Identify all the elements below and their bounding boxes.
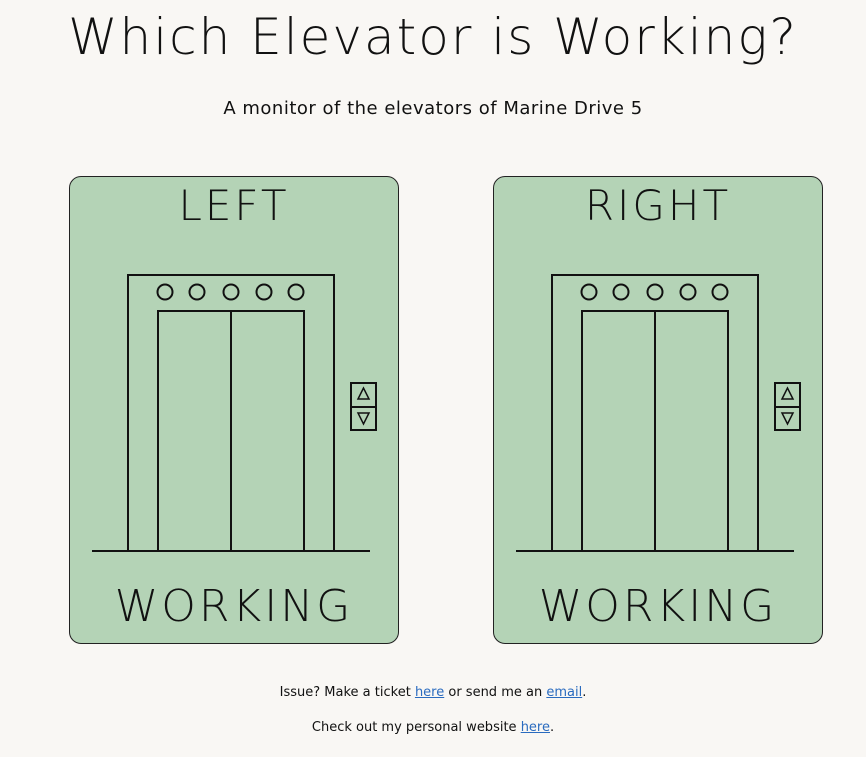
floor-indicator-light: [646, 283, 664, 301]
up-arrow-icon: [780, 386, 795, 400]
footer-text: Issue? Make a ticket: [279, 685, 415, 700]
floor-indicator-light: [612, 283, 630, 301]
floor-indicator-light: [222, 283, 240, 301]
website-link[interactable]: here: [521, 720, 550, 735]
elevator-card-left: LEFT WORKING: [69, 176, 399, 644]
footer-text: Check out my personal website: [311, 720, 521, 735]
floor-indicator-light: [188, 283, 206, 301]
up-arrow-icon: [356, 386, 371, 400]
footer-text: .: [582, 685, 587, 700]
elevator-card-right: RIGHT WORKING: [493, 176, 823, 644]
elevator-status: WORKING: [114, 581, 354, 632]
floor-indicator-light: [287, 283, 305, 301]
floor-indicator-light: [255, 283, 273, 301]
footer-website-line: Check out my personal website here.: [0, 720, 866, 735]
footer-issue-line: Issue? Make a ticket here or send me an …: [0, 685, 866, 700]
page-title: Which Elevator is Working?: [68, 8, 798, 66]
elevator-status: WORKING: [538, 581, 778, 632]
down-arrow-icon: [780, 412, 795, 426]
footer-text: .: [549, 720, 555, 735]
floor-indicator-light: [580, 283, 598, 301]
down-arrow-icon: [356, 412, 371, 426]
floor-indicator-light: [156, 283, 174, 301]
email-link[interactable]: email: [546, 685, 582, 700]
floor-indicator-light: [711, 283, 729, 301]
ticket-link[interactable]: here: [415, 685, 444, 700]
elevator-icon: [92, 274, 377, 552]
page-subtitle: A monitor of the elevators of Marine Dri…: [223, 98, 643, 119]
footer-text: or send me an: [444, 685, 547, 700]
elevator-icon: [516, 274, 801, 552]
floor-indicator-light: [679, 283, 697, 301]
